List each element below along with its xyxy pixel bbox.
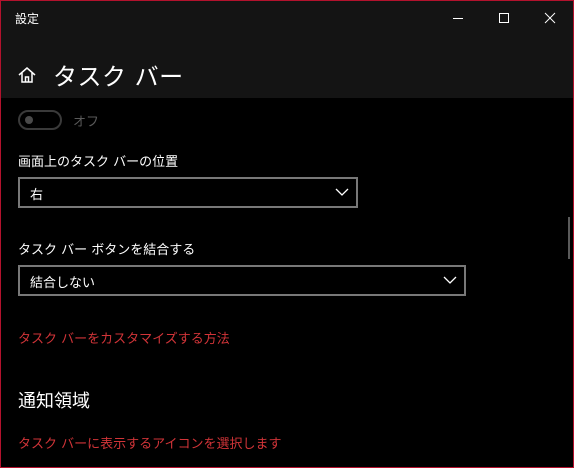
taskbar-position-value: 右 [30,188,44,203]
minimize-button[interactable] [435,1,481,35]
page-title: タスク バー [53,63,184,91]
combine-buttons-label: タスク バー ボタンを結合する [18,243,196,258]
home-icon [18,67,36,83]
chevron-down-icon [335,188,349,196]
combine-buttons-dropdown[interactable]: 結合しない [18,265,466,296]
scrollbar-thumb[interactable] [568,217,570,259]
taskbar-position-dropdown[interactable]: 右 [18,177,358,208]
minimize-icon [453,18,463,19]
close-icon [544,12,556,24]
page-header: タスク バー [1,35,573,98]
chevron-down-icon [443,276,457,284]
customize-taskbar-link[interactable]: タスク バーをカスタマイズする方法 [18,328,230,347]
close-button[interactable] [527,1,573,35]
notification-area-heading: 通知領域 [18,391,90,412]
maximize-button[interactable] [481,1,527,35]
maximize-icon [499,13,509,23]
title-bar[interactable]: 設定 [1,1,573,35]
taskbar-position-label: 画面上のタスク バーの位置 [18,155,179,170]
toggle-knob [25,116,33,124]
select-icons-link[interactable]: タスク バーに表示するアイコンを選択します [18,433,281,452]
combine-buttons-value: 結合しない [30,276,96,291]
home-button[interactable] [17,65,37,85]
app-title: 設定 [15,12,40,26]
toggle-switch[interactable] [18,110,62,130]
settings-window: 設定 タスク バー オフ 画面上のタスク バーの位置 右 タスク バー ボタンを… [0,0,574,468]
toggle-state-label: オフ [73,115,100,130]
